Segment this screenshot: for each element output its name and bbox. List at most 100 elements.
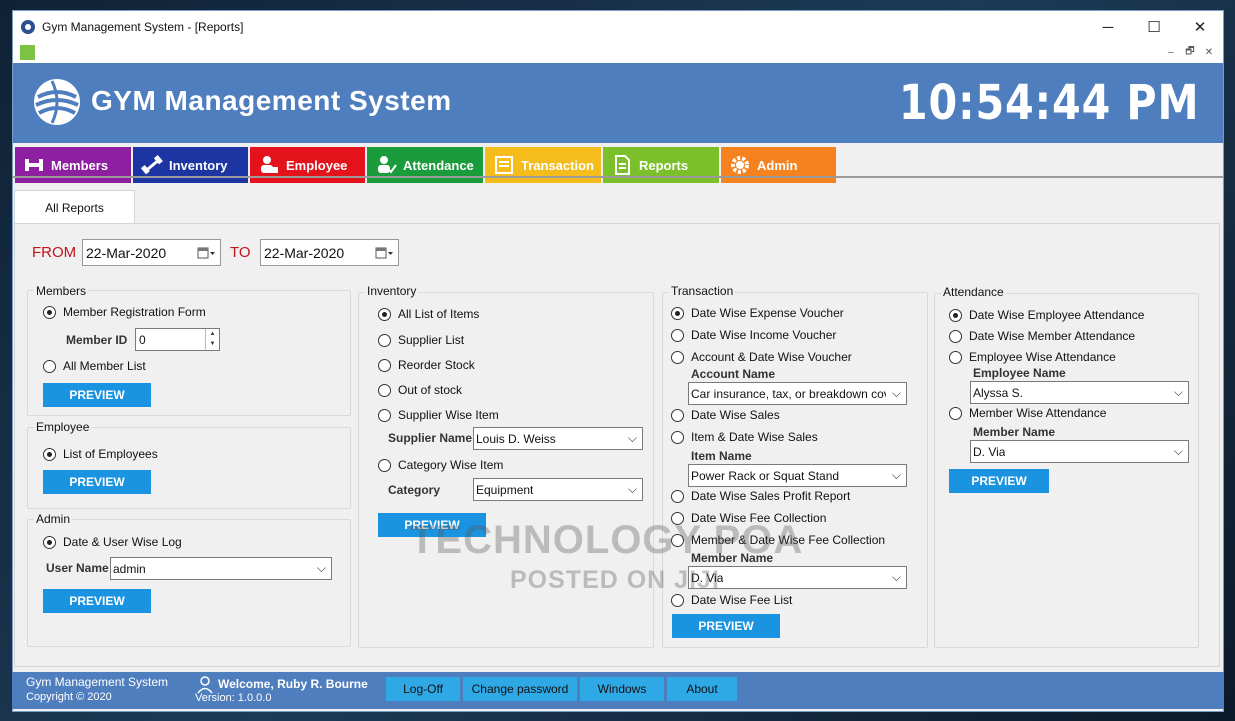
radio-category-wise-item[interactable]: Category Wise Item <box>378 458 503 472</box>
radio-label: Reorder Stock <box>398 358 475 372</box>
radio-supplier-list[interactable]: Supplier List <box>378 333 464 347</box>
item-name-combo[interactable]: Power Rack or Squat Stand ⌵ <box>688 464 907 487</box>
supplier-name-combo[interactable]: Louis D. Weiss ⌵ <box>473 427 643 450</box>
to-label: TO <box>230 244 251 261</box>
logoff-button[interactable]: Log-Off <box>386 677 460 701</box>
account-name-combo[interactable]: Car insurance, tax, or breakdown cov ⌵ <box>688 382 907 405</box>
chevron-down-icon: ⌵ <box>627 431 637 445</box>
radio-account-voucher[interactable]: Account & Date Wise Voucher <box>671 350 852 364</box>
welcome-text: Welcome, Ruby R. Bourne <box>218 677 368 691</box>
about-button[interactable]: About <box>667 677 737 701</box>
mdi-restore-button[interactable]: 🗗 <box>1182 45 1198 60</box>
member-name-combo[interactable]: D. Via ⌵ <box>688 566 907 589</box>
chevron-down-icon: ⌵ <box>1173 444 1183 458</box>
member-id-stepper[interactable]: 0 ▲ ▼ <box>135 328 220 351</box>
item-name-value: Power Rack or Squat Stand <box>691 468 840 483</box>
radio-list-of-employees[interactable]: List of Employees <box>43 447 158 461</box>
minimize-button[interactable]: ─ <box>1085 11 1131 43</box>
category-value: Equipment <box>476 482 534 497</box>
app-icon <box>21 20 35 34</box>
mdi-minimize-button[interactable]: – <box>1163 45 1179 60</box>
radio-label: Date Wise Income Voucher <box>691 328 837 342</box>
radio-date-user-log[interactable]: Date & User Wise Log <box>43 535 182 549</box>
admin-group-title: Admin <box>34 512 73 526</box>
category-label: Category <box>388 483 441 497</box>
admin-preview-button[interactable]: PREVIEW <box>43 589 151 613</box>
radio-label: Date Wise Sales Profit Report <box>691 489 851 503</box>
member-id-value: 0 <box>139 332 146 347</box>
attendance-preview-button[interactable]: PREVIEW <box>949 469 1049 493</box>
radio-out-of-stock[interactable]: Out of stock <box>378 383 462 397</box>
window-controls: ─ ☐ ✕ <box>1085 11 1223 43</box>
radio-expense-voucher[interactable]: Date Wise Expense Voucher <box>671 306 844 320</box>
footer-copyright: Copyright © 2020 <box>26 691 112 703</box>
employee-group-title: Employee <box>34 420 92 434</box>
radio-reorder-stock[interactable]: Reorder Stock <box>378 358 475 372</box>
employee-preview-button[interactable]: PREVIEW <box>43 470 151 494</box>
spin-buttons[interactable]: ▲ ▼ <box>205 329 219 350</box>
employee-icon <box>261 156 278 173</box>
chevron-down-icon: ⌵ <box>891 570 901 584</box>
radio-sales-profit[interactable]: Date Wise Sales Profit Report <box>671 489 850 503</box>
calendar-dropdown-icon[interactable] <box>197 246 215 260</box>
version-text: Version: 1.0.0.0 <box>195 692 272 704</box>
transaction-preview-button[interactable]: PREVIEW <box>672 614 780 638</box>
status-footer: Gym Management System Copyright © 2020 W… <box>12 672 1224 709</box>
radio-income-voucher[interactable]: Date Wise Income Voucher <box>671 328 836 342</box>
radio-label: Date Wise Sales <box>691 408 780 422</box>
maximize-button[interactable]: ☐ <box>1131 11 1177 43</box>
radio-label: Category Wise Item <box>398 458 504 472</box>
chevron-down-icon: ⌵ <box>891 386 901 400</box>
change-password-button[interactable]: Change password <box>463 677 577 701</box>
user-name-value: admin <box>113 561 146 576</box>
chevron-down-icon: ⌵ <box>316 561 326 575</box>
nav-attendance-label: Attendance <box>403 157 474 173</box>
category-combo[interactable]: Equipment ⌵ <box>473 478 643 501</box>
main-nav: Members Inventory Employee Attendance Tr… <box>13 145 1223 185</box>
user-name-combo[interactable]: admin ⌵ <box>110 557 332 580</box>
chevron-down-icon: ⌵ <box>1173 385 1183 399</box>
windows-button[interactable]: Windows <box>580 677 664 701</box>
radio-label: Date Wise Expense Voucher <box>691 306 844 320</box>
radio-label: Supplier Wise Item <box>398 408 499 422</box>
member-id-label: Member ID <box>66 333 128 347</box>
barbell-icon <box>141 155 163 175</box>
radio-date-wise-sales[interactable]: Date Wise Sales <box>671 408 780 422</box>
tab-all-reports[interactable]: All Reports <box>14 190 135 224</box>
employee-name-combo[interactable]: Alyssa S. ⌵ <box>970 381 1189 404</box>
radio-employee-date-attendance[interactable]: Date Wise Employee Attendance <box>949 308 1144 322</box>
radio-label: Date & User Wise Log <box>63 535 182 549</box>
footer-app-title: Gym Management System <box>26 675 169 689</box>
radio-member-date-attendance[interactable]: Date Wise Member Attendance <box>949 329 1135 343</box>
to-date-picker[interactable]: 22-Mar-2020 <box>260 239 399 266</box>
calendar-dropdown-icon[interactable] <box>375 246 393 260</box>
from-label: FROM <box>32 244 77 261</box>
radio-member-registration[interactable]: Member Registration Form <box>43 305 206 319</box>
radio-label: Item & Date Wise Sales <box>691 430 818 444</box>
child-window-icon[interactable] <box>20 45 35 60</box>
radio-item-date-sales[interactable]: Item & Date Wise Sales <box>671 430 818 444</box>
radio-fee-list[interactable]: Date Wise Fee List <box>671 593 792 607</box>
title-bar: Gym Management System - [Reports] ─ ☐ ✕ <box>13 11 1223 43</box>
mdi-close-button[interactable]: ✕ <box>1201 45 1217 60</box>
attendance-member-value: D. Via <box>973 444 1006 459</box>
radio-all-items[interactable]: All List of Items <box>378 307 479 321</box>
radio-label: Date Wise Fee List <box>691 593 793 607</box>
radio-employee-wise-attendance[interactable]: Employee Wise Attendance <box>949 350 1116 364</box>
from-date-value: 22-Mar-2020 <box>86 244 167 261</box>
radio-supplier-wise-item[interactable]: Supplier Wise Item <box>378 408 499 422</box>
radio-label: Out of stock <box>398 383 463 397</box>
radio-label: All List of Items <box>398 307 480 321</box>
mdi-controls: – 🗗 ✕ <box>1163 45 1217 60</box>
inventory-group-title: Inventory <box>365 284 419 298</box>
radio-all-member-list[interactable]: All Member List <box>43 359 146 373</box>
members-preview-button[interactable]: PREVIEW <box>43 383 151 407</box>
close-button[interactable]: ✕ <box>1177 11 1223 43</box>
from-date-picker[interactable]: 22-Mar-2020 <box>82 239 221 266</box>
radio-label: Date Wise Employee Attendance <box>969 308 1145 322</box>
nav-employee-label: Employee <box>286 157 348 173</box>
radio-member-wise-attendance[interactable]: Member Wise Attendance <box>949 406 1106 420</box>
item-name-label: Item Name <box>691 449 752 463</box>
nav-inventory-label: Inventory <box>169 157 228 173</box>
attendance-member-combo[interactable]: D. Via ⌵ <box>970 440 1189 463</box>
